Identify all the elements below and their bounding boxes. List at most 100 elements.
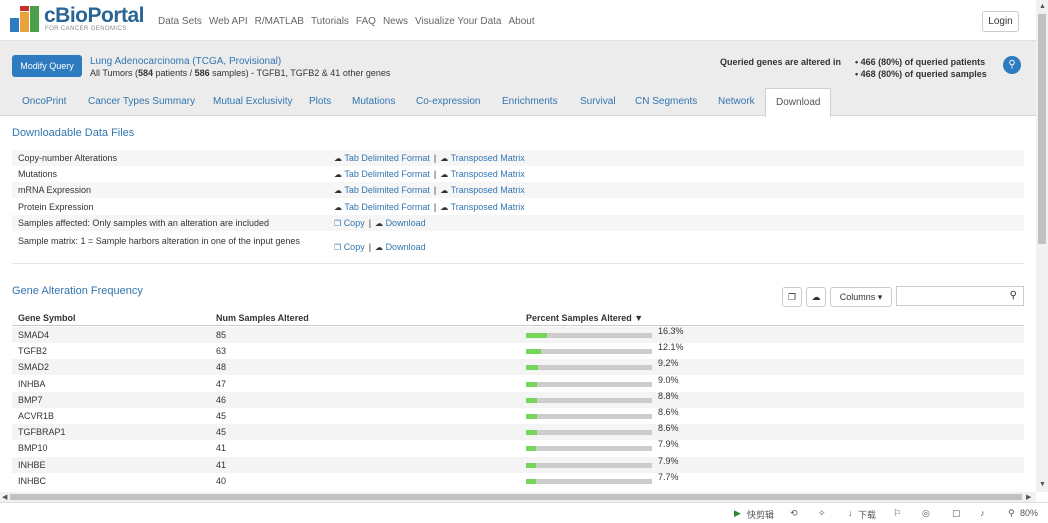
nav-tutorials[interactable]: Tutorials (311, 16, 349, 27)
gene-symbol-cell: SMAD4 (18, 330, 50, 340)
download-label[interactable]: 下载 (858, 508, 876, 521)
history-icon[interactable]: ⟲ (790, 508, 798, 519)
transposed-matrix-link[interactable]: Transposed Matrix (451, 202, 525, 212)
tab-delimited-link[interactable]: Tab Delimited Format (344, 169, 430, 179)
brand-tagline: FOR CANCER GENOMICS (45, 26, 127, 32)
pin-icon[interactable]: ✧ (818, 508, 826, 519)
columns-dropdown[interactable]: Columns ▾ (830, 287, 892, 307)
copy-icon: ❐ (334, 219, 342, 228)
num-altered-cell: 41 (216, 443, 227, 454)
cloud-download-icon: ☁ (440, 203, 449, 212)
transposed-matrix-link[interactable]: Transposed Matrix (451, 153, 525, 163)
nav-visualize[interactable]: Visualize Your Data (415, 16, 502, 27)
browser-status-bar: ▶ 快剪辑 ⟲ ✧ ↓ 下载 ⚐ ◎ ▢ ♪ ⚲ 80% (0, 502, 1048, 523)
percent-bar-fill (526, 365, 538, 371)
tab-enrichments[interactable]: Enrichments (502, 96, 558, 107)
download-link[interactable]: Download (386, 218, 426, 228)
horizontal-scroll-thumb[interactable] (10, 494, 1022, 500)
percent-altered-cell: 7.7% (658, 471, 679, 482)
nav-web-api[interactable]: Web API (209, 16, 248, 27)
table-row: TGFBRAP1 45 8.6% (12, 423, 1024, 441)
tab-oncoprint[interactable]: OncoPrint (22, 96, 66, 107)
login-button[interactable]: Login (982, 11, 1019, 32)
vertical-scroll-thumb[interactable] (1038, 14, 1046, 244)
tab-delimited-link[interactable]: Tab Delimited Format (344, 202, 430, 212)
scroll-up-icon[interactable]: ▲ (1039, 3, 1046, 10)
gene-symbol-cell: SMAD2 (18, 362, 50, 373)
samples-affected-label: Samples affected: Only samples with an a… (18, 218, 269, 228)
altered-summary: • 466 (80%) of queried patients • 468 (8… (855, 56, 987, 80)
percent-bar (526, 462, 652, 468)
study-link[interactable]: Lung Adenocarcinoma (TCGA, Provisional) (90, 56, 281, 67)
percent-bar (526, 478, 652, 484)
percent-altered-cell: 12.1% (658, 342, 684, 353)
altered-samples: • 468 (80%) of queried samples (855, 69, 987, 79)
modify-query-button[interactable]: Modify Query (12, 55, 82, 77)
gene-symbol-cell: ACVR1B (18, 411, 55, 421)
percent-bar-fill (526, 478, 536, 484)
zoom-icon[interactable]: ⚲ (1008, 508, 1015, 519)
downloadable-files-title: Downloadable Data Files (12, 127, 135, 139)
scroll-left-icon[interactable]: ◀ (2, 493, 7, 501)
download-row-label: Protein Expression (18, 202, 94, 212)
nav-r-matlab[interactable]: R/MATLAB (255, 16, 304, 27)
download-link[interactable]: Download (386, 242, 426, 252)
copy-link[interactable]: Copy (344, 218, 365, 228)
nav-data-sets[interactable]: Data Sets (158, 16, 202, 27)
header-num-samples[interactable]: Num Samples Altered (216, 313, 309, 323)
scroll-right-icon[interactable]: ▶ (1026, 493, 1031, 501)
tab-mutual-exclusivity[interactable]: Mutual Exclusivity (213, 96, 292, 107)
cloud-download-icon: ☁ (334, 154, 342, 163)
tab-download[interactable]: Download (765, 88, 831, 117)
tab-network[interactable]: Network (718, 96, 755, 107)
copy-table-button[interactable]: ❐ (782, 287, 802, 307)
download-table-button[interactable]: ☁ (806, 287, 826, 307)
download-row-label: Copy-number Alterations (18, 153, 118, 163)
clip-icon[interactable]: ▶ (734, 508, 741, 519)
table-search-input[interactable]: ⚲ (896, 286, 1024, 306)
table-row: ACVR1B 45 8.6% (12, 407, 1024, 424)
transposed-matrix-link[interactable]: Transposed Matrix (451, 185, 525, 195)
sound-icon[interactable]: ♪ (980, 508, 985, 518)
window-icon[interactable]: ▢ (952, 508, 961, 519)
tab-plots[interactable]: Plots (309, 96, 331, 107)
nav-news[interactable]: News (383, 16, 408, 27)
table-row: INHBC 40 7.7% (12, 471, 1024, 489)
top-navbar: cBioPortal FOR CANCER GENOMICS Data Sets… (0, 0, 1036, 41)
gene-symbol-cell: BMP7 (18, 394, 43, 405)
nav-faq[interactable]: FAQ (356, 16, 376, 27)
translate-icon[interactable]: ⚐ (893, 508, 901, 519)
transposed-matrix-link[interactable]: Transposed Matrix (451, 169, 525, 179)
zoom-level[interactable]: 80% (1020, 508, 1038, 518)
percent-bar (526, 430, 652, 436)
download-row: Samples affected: Only samples with an a… (12, 215, 1024, 231)
tab-cancer-types-summary[interactable]: Cancer Types Summary (88, 96, 195, 107)
tab-delimited-link[interactable]: Tab Delimited Format (344, 153, 430, 163)
header-percent-samples[interactable]: Percent Samples Altered ▼ (526, 313, 643, 323)
percent-altered-cell: 9.0% (658, 374, 679, 385)
share-link-icon[interactable]: ⚲ (1003, 56, 1021, 74)
clip-label[interactable]: 快剪辑 (747, 508, 774, 521)
tab-mutations[interactable]: Mutations (352, 96, 395, 107)
percent-bar-fill (526, 333, 547, 338)
tab-cn-segments[interactable]: CN Segments (635, 96, 697, 107)
sample-matrix-label: Sample matrix: 1 = Sample harbors altera… (18, 236, 300, 246)
percent-bar-fill (526, 381, 538, 387)
table-row: INHBA 47 9.0% (12, 374, 1024, 392)
cbioportal-logo[interactable]: cBioPortal FOR CANCER GENOMICS (10, 4, 145, 36)
tab-survival[interactable]: Survival (580, 96, 616, 107)
browser-icon[interactable]: ◎ (922, 508, 930, 519)
cloud-download-icon: ☁ (334, 186, 342, 195)
percent-bar-fill (526, 349, 542, 355)
nav-about[interactable]: About (509, 16, 535, 27)
num-altered-cell: 47 (216, 378, 227, 389)
num-altered-cell: 85 (216, 330, 227, 340)
patient-count: 584 (138, 68, 154, 78)
download-arrow-icon[interactable]: ↓ (848, 508, 853, 518)
header-gene-symbol[interactable]: Gene Symbol (18, 313, 76, 323)
scroll-down-icon[interactable]: ▼ (1039, 481, 1046, 488)
tab-delimited-link[interactable]: Tab Delimited Format (344, 185, 430, 195)
gene-symbol-cell: BMP10 (18, 443, 48, 454)
tab-co-expression[interactable]: Co-expression (416, 96, 480, 107)
copy-link[interactable]: Copy (344, 242, 365, 252)
